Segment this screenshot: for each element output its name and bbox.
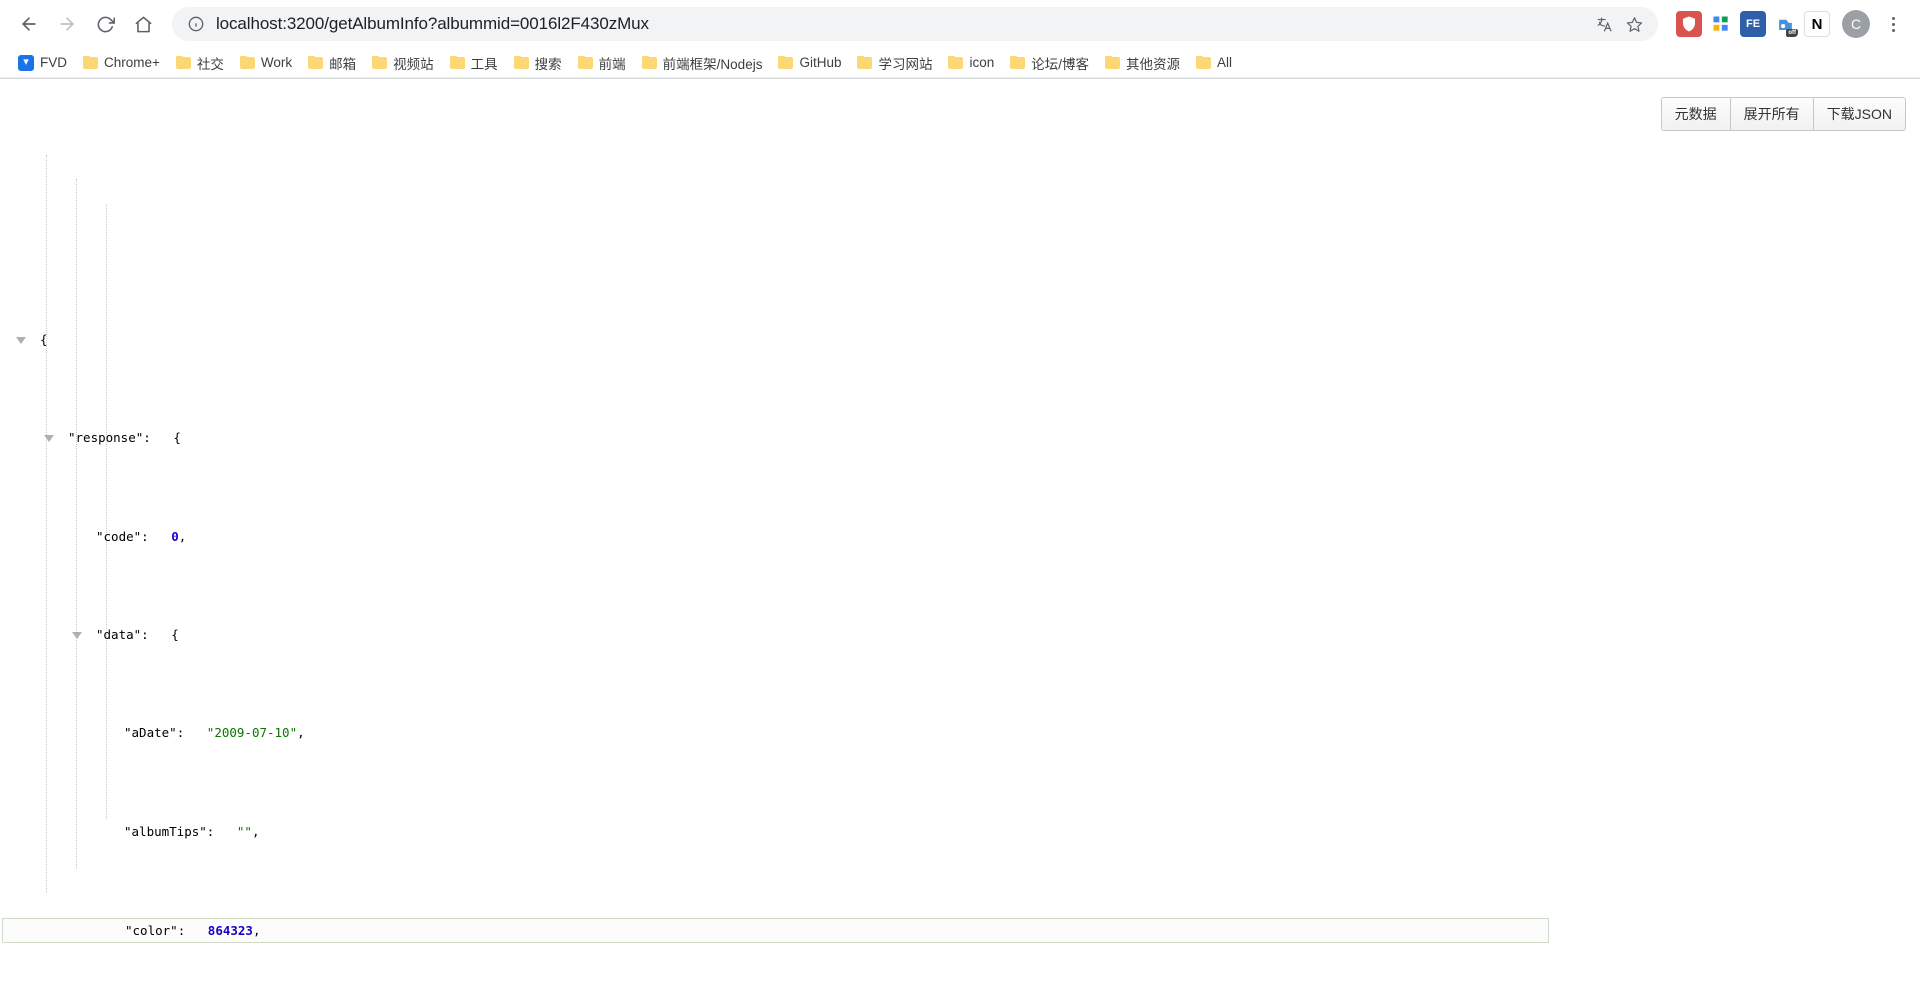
json-row-color[interactable]: "color": 864323,	[2, 918, 1549, 943]
bookmark-icon[interactable]: icon	[940, 52, 1002, 73]
fvd-icon: ▾	[18, 54, 34, 71]
bookmark-label: icon	[969, 55, 995, 70]
profile-avatar[interactable]: C	[1842, 10, 1870, 38]
json-row-data: "data": {	[0, 623, 1920, 648]
bookmark-label: 前端框架/Nodejs	[662, 56, 763, 72]
forward-arrow-icon[interactable]	[50, 7, 84, 41]
folder-icon	[513, 56, 529, 69]
bookmark-label: 搜索	[534, 56, 562, 72]
json-viewer-toolbar: 元数据 展开所有 下载JSON	[1660, 97, 1906, 131]
bookmark-github[interactable]: GitHub	[770, 52, 849, 73]
bookmark-all[interactable]: All	[1188, 52, 1240, 73]
folder-icon	[449, 56, 465, 69]
folder-icon	[778, 56, 794, 69]
menu-dot	[1891, 28, 1895, 32]
menu-dot	[1891, 22, 1895, 26]
bookmark-chrome-plus[interactable]: Chrome+	[75, 52, 168, 73]
bookmark-label: 社交	[196, 56, 224, 72]
browser-menu-icon[interactable]	[1878, 9, 1908, 39]
json-row-response: "response": {	[0, 426, 1920, 451]
folder-icon	[83, 56, 98, 69]
grid-ext-icon[interactable]	[1708, 11, 1734, 37]
bookmark-work[interactable]: Work	[232, 52, 300, 73]
folder-icon	[372, 56, 388, 69]
bookmark-label: All	[1217, 55, 1233, 70]
bookmark-star-icon[interactable]	[1620, 10, 1648, 38]
back-arrow-icon[interactable]	[12, 7, 46, 41]
bookmark-label: 论坛/博客	[1031, 56, 1090, 72]
twisty-response[interactable]	[44, 435, 54, 443]
home-icon[interactable]	[126, 7, 160, 41]
adblock-ext-icon[interactable]	[1676, 11, 1702, 37]
json-tree: { "response": { "code": 0, "data": { "aD…	[0, 131, 1920, 989]
bookmark-label: 学习网站	[878, 56, 933, 72]
json-row-aDate: "aDate": "2009-07-10",	[124, 725, 305, 741]
off-ext-icon[interactable]: off	[1772, 11, 1798, 37]
metadata-button[interactable]: 元数据	[1661, 98, 1731, 130]
browser-toolbar: localhost:3200/getAlbumInfo?albummid=001…	[0, 0, 1920, 48]
folder-icon	[239, 56, 255, 69]
bookmark-label: 视频站	[393, 56, 434, 72]
menu-dot	[1891, 16, 1895, 20]
folder-icon	[577, 56, 593, 69]
reload-icon[interactable]	[88, 7, 122, 41]
bookmark-video[interactable]: 视频站	[364, 50, 442, 76]
address-bar[interactable]: localhost:3200/getAlbumInfo?albummid=001…	[172, 7, 1658, 41]
bookmark-learning-sites[interactable]: 学习网站	[849, 50, 940, 76]
bookmark-label: 前端	[598, 56, 626, 72]
site-info-icon[interactable]	[186, 14, 206, 34]
expand-all-button[interactable]: 展开所有	[1730, 98, 1814, 130]
bookmark-label: GitHub	[799, 55, 842, 70]
omnibox-actions	[1590, 10, 1648, 38]
bookmark-frontend-framework[interactable]: 前端框架/Nodejs	[634, 50, 771, 76]
folder-icon	[857, 56, 873, 69]
json-row-code: "code": 0,	[96, 528, 187, 544]
bookmark-label: 邮箱	[329, 56, 357, 72]
bookmark-frontend[interactable]: 前端	[570, 50, 634, 76]
bookmarks-bar: ▾ FVD Chrome+ 社交 Work 邮箱 视频站 工具 搜索 前端 前端…	[0, 48, 1920, 78]
folder-icon	[948, 56, 964, 69]
notion-ext-icon[interactable]: N	[1804, 11, 1830, 37]
bookmark-social[interactable]: 社交	[168, 50, 232, 76]
bookmark-label: Work	[260, 55, 293, 70]
download-json-button[interactable]: 下载JSON	[1813, 98, 1905, 130]
bookmark-tools[interactable]: 工具	[442, 50, 506, 76]
translate-icon[interactable]	[1590, 10, 1618, 38]
bookmark-label: 工具	[470, 56, 498, 72]
folder-icon	[308, 56, 324, 69]
bookmark-label: FVD	[40, 55, 67, 70]
extensions-tray: FE off N	[1670, 11, 1830, 37]
browser-chrome: localhost:3200/getAlbumInfo?albummid=001…	[0, 0, 1920, 79]
url-text[interactable]: localhost:3200/getAlbumInfo?albummid=001…	[216, 14, 1590, 34]
bookmark-search[interactable]: 搜索	[506, 50, 570, 76]
folder-icon	[1105, 56, 1121, 69]
bookmark-forum-blog[interactable]: 论坛/博客	[1002, 50, 1097, 76]
bookmark-fvd[interactable]: ▾ FVD	[10, 52, 75, 74]
bookmark-other-resources[interactable]: 其他资源	[1097, 50, 1188, 76]
folder-icon	[641, 56, 657, 69]
bookmark-mail[interactable]: 邮箱	[300, 50, 364, 76]
bookmark-label: Chrome+	[104, 55, 160, 70]
json-row-root-open: {	[0, 328, 1920, 353]
json-row-albumTips: "albumTips": "",	[124, 823, 260, 839]
json-viewer-page: 元数据 展开所有 下载JSON { "response": { "code": …	[0, 79, 1920, 989]
bookmark-label: 其他资源	[1126, 56, 1181, 72]
folder-icon	[1010, 56, 1026, 69]
fe-ext-icon[interactable]: FE	[1740, 11, 1766, 37]
twisty-root[interactable]	[16, 336, 26, 344]
folder-icon	[1196, 56, 1212, 69]
folder-icon	[175, 56, 191, 69]
twisty-data[interactable]	[72, 631, 82, 639]
